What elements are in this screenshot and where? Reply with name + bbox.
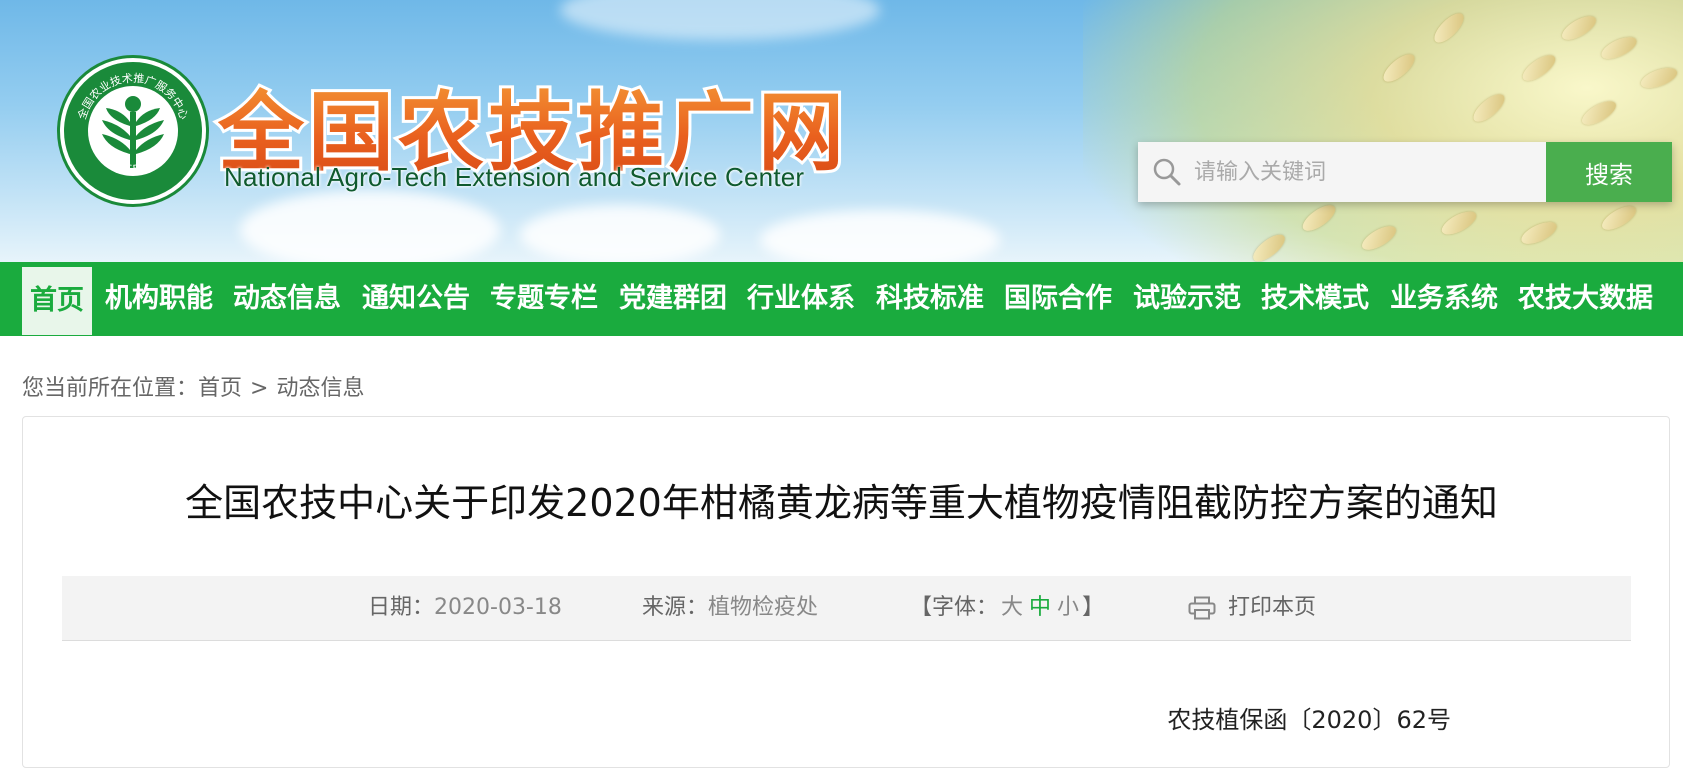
print-button[interactable]: 打印本页 (1188, 576, 1316, 640)
nav-item-industry[interactable]: 行业体系 (747, 262, 855, 336)
logo-subtitle: National Agro-Tech Extension and Service… (224, 162, 805, 192)
nav-item-systems[interactable]: 业务系统 (1390, 262, 1498, 336)
logo-emblem[interactable]: 全国农业技术推广服务中心 NATESC (60, 58, 206, 204)
breadcrumb-separator: > (250, 376, 269, 401)
search-box: 搜索 (1138, 142, 1672, 202)
print-label: 打印本页 (1228, 595, 1317, 620)
nav-item-standards[interactable]: 科技标准 (876, 262, 984, 336)
breadcrumb-current[interactable]: 动态信息 (276, 376, 364, 401)
font-size-medium[interactable]: 中 (1029, 595, 1051, 620)
wheat-background (1083, 0, 1683, 262)
nav-item-topics[interactable]: 专题专栏 (490, 262, 598, 336)
svg-text:全国农业技术推广服务中心: 全国农业技术推广服务中心 (75, 71, 191, 121)
main-nav: 首页 机构职能 动态信息 通知公告 专题专栏 党建群团 行业体系 科技标准 国际… (0, 262, 1683, 336)
cloud-decoration (240, 190, 500, 262)
nav-item-big-data[interactable]: 农技大数据 (1518, 262, 1653, 336)
source-value: 植物检疫处 (708, 595, 819, 620)
font-size-small[interactable]: 小 (1057, 595, 1079, 620)
nav-item-tech-models[interactable]: 技术模式 (1261, 262, 1369, 336)
breadcrumb: 您当前所在位置：首页 > 动态信息 (22, 370, 364, 402)
nav-item-notices[interactable]: 通知公告 (362, 262, 470, 336)
nav-item-news[interactable]: 动态信息 (233, 262, 341, 336)
search-icon (1153, 158, 1181, 186)
meta-source: 来源：植物检疫处 (642, 576, 818, 640)
search-input-wrap (1138, 142, 1546, 202)
source-label: 来源： (642, 595, 709, 620)
search-button[interactable]: 搜索 (1546, 142, 1672, 202)
nav-item-international[interactable]: 国际合作 (1004, 262, 1112, 336)
font-size-close: 】 (1082, 595, 1105, 620)
article-title: 全国农技中心关于印发2020年柑橘黄龙病等重大植物疫情阻截防控方案的通知 (185, 481, 1498, 525)
date-label: 日期： (368, 595, 435, 620)
meta-date: 日期：2020-03-18 (368, 576, 562, 640)
article-meta-bar: 日期：2020-03-18 来源：植物检疫处 【字体：大中小】 打印本页 (62, 576, 1631, 641)
breadcrumb-prefix: 您当前所在位置： (22, 376, 199, 401)
document-number: 农技植保函〔2020〕62号 (1167, 706, 1451, 734)
nav-item-functions[interactable]: 机构职能 (105, 262, 213, 336)
cloud-decoration (520, 205, 720, 262)
nav-item-party[interactable]: 党建群团 (619, 262, 727, 336)
search-input[interactable] (1192, 158, 1536, 186)
svg-text:NATESC: NATESC (107, 158, 158, 175)
cloud-decoration (760, 210, 1000, 262)
date-value: 2020-03-18 (434, 595, 562, 620)
printer-icon (1188, 596, 1216, 620)
header-banner: 全国农业技术推广服务中心 NATESC 全国农技推广网 全国农技推广网 Nati… (0, 0, 1683, 262)
font-size-large[interactable]: 大 (1001, 595, 1023, 620)
cloud-decoration (560, 0, 880, 40)
nav-item-home[interactable]: 首页 (22, 267, 92, 335)
breadcrumb-home[interactable]: 首页 (198, 376, 242, 401)
font-size-open: 【字体： (910, 595, 999, 620)
nav-item-trials[interactable]: 试验示范 (1133, 262, 1241, 336)
meta-font-size: 【字体：大中小】 (910, 576, 1104, 640)
emblem-ring-text: 全国农业技术推广服务中心 NATESC (75, 71, 191, 175)
